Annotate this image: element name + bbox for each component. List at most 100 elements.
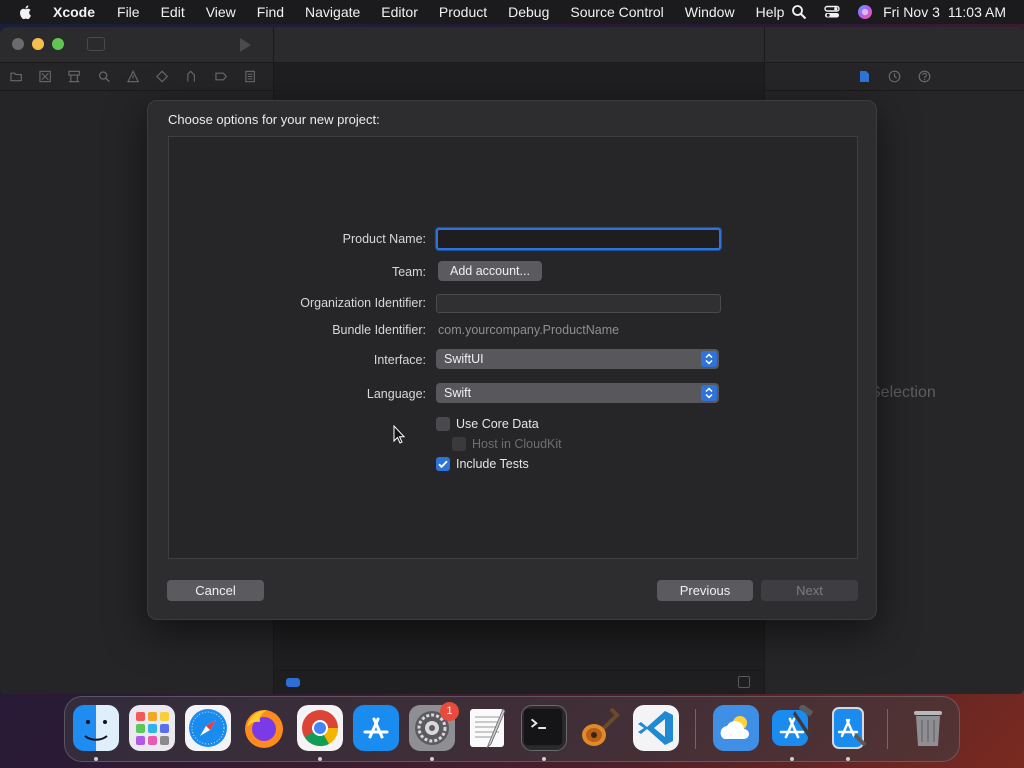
firefox-icon[interactable] <box>241 705 287 751</box>
menu-window[interactable]: Window <box>685 4 735 20</box>
history-inspector-icon[interactable] <box>888 70 901 83</box>
menu-find[interactable]: Find <box>257 4 284 20</box>
window-toolbar <box>0 27 1024 63</box>
apple-menu-icon[interactable] <box>18 4 34 20</box>
vscode-icon[interactable] <box>633 705 679 751</box>
language-label: Language: <box>366 387 426 401</box>
options-panel: Product Name: Team: Add account... Organ… <box>168 136 858 559</box>
running-indicator <box>318 757 322 761</box>
running-indicator <box>94 757 98 761</box>
window-minimize-button[interactable] <box>32 38 44 50</box>
menu-bar: Xcode File Edit View Find Navigate Edito… <box>0 0 1024 24</box>
interface-label: Interface: <box>373 353 426 367</box>
breakpoint-icon[interactable] <box>214 70 227 83</box>
launchpad-icon[interactable] <box>129 705 175 751</box>
include-tests-option[interactable]: Include Tests <box>436 456 529 472</box>
next-button[interactable]: Next <box>761 580 858 601</box>
language-popup[interactable]: Swift <box>436 383 719 403</box>
organization-identifier-label: Organization Identifier: <box>300 296 426 310</box>
interface-value: SwiftUI <box>444 352 484 366</box>
menu-view[interactable]: View <box>206 4 236 20</box>
menu-edit[interactable]: Edit <box>161 4 185 20</box>
settings-notification-badge: 1 <box>440 702 459 721</box>
menu-debug[interactable]: Debug <box>508 4 549 20</box>
dock-separator <box>695 709 696 749</box>
language-value: Swift <box>444 386 472 400</box>
menu-navigate[interactable]: Navigate <box>305 4 360 20</box>
spotlight-search-icon[interactable] <box>791 4 807 20</box>
include-tests-checkbox[interactable] <box>436 457 450 471</box>
running-indicator <box>846 757 850 761</box>
help-inspector-icon[interactable] <box>918 70 931 83</box>
product-name-label: Product Name: <box>342 232 426 246</box>
use-core-data-checkbox[interactable] <box>436 417 450 431</box>
run-icon[interactable] <box>240 38 251 52</box>
sheet-heading: Choose options for your new project: <box>168 112 380 127</box>
source-control-icon[interactable] <box>39 70 52 83</box>
new-project-options-sheet: Choose options for your new project: Pro… <box>147 100 877 620</box>
test-icon[interactable] <box>156 70 169 83</box>
menu-xcode[interactable]: Xcode <box>53 4 95 20</box>
chrome-icon[interactable] <box>297 705 343 751</box>
bundle-identifier-label: Bundle Identifier: <box>332 323 426 337</box>
debug-area-toggle-icon[interactable] <box>286 678 300 687</box>
xcode-icon[interactable] <box>769 705 815 751</box>
textedit-icon[interactable] <box>465 705 511 751</box>
find-icon[interactable] <box>98 70 110 83</box>
checkmark-icon <box>438 460 448 469</box>
symbol-icon[interactable] <box>68 70 81 83</box>
no-selection-label: Selection <box>870 384 936 401</box>
clock-date: Fri Nov 3 <box>883 4 940 20</box>
menu-bar-clock[interactable]: Fri Nov 3 11:03 AM <box>883 4 1006 20</box>
trash-icon[interactable] <box>905 705 951 751</box>
window-close-button[interactable] <box>12 38 24 50</box>
navigator-selector-bar <box>0 63 273 91</box>
folder-icon[interactable] <box>10 70 22 83</box>
debug-bar <box>273 670 764 694</box>
menu-file[interactable]: File <box>117 4 140 20</box>
window-zoom-button[interactable] <box>52 38 64 50</box>
control-center-icon[interactable] <box>824 4 840 20</box>
dock-separator <box>887 709 888 749</box>
garageband-icon[interactable] <box>577 705 623 751</box>
safari-icon[interactable] <box>185 705 231 751</box>
menu-product[interactable]: Product <box>439 4 487 20</box>
previous-button[interactable]: Previous <box>657 580 753 601</box>
bundle-identifier-value: com.yourcompany.ProductName <box>438 323 620 337</box>
running-indicator <box>430 757 434 761</box>
host-in-cloudkit-label: Host in CloudKit <box>472 437 562 451</box>
chevron-up-down-icon <box>701 385 717 401</box>
interface-popup[interactable]: SwiftUI <box>436 349 719 369</box>
finder-icon[interactable] <box>73 705 119 751</box>
sidebar-toggle-icon[interactable] <box>87 37 105 51</box>
running-indicator <box>542 757 546 761</box>
terminal-icon[interactable] <box>521 705 567 751</box>
cancel-button[interactable]: Cancel <box>167 580 264 601</box>
report-icon[interactable] <box>244 70 256 83</box>
add-account-button[interactable]: Add account... <box>438 261 542 281</box>
mouse-pointer-icon <box>393 425 405 444</box>
clock-time: 11:03 AM <box>947 4 1006 20</box>
menu-editor[interactable]: Editor <box>381 4 418 20</box>
include-tests-label: Include Tests <box>456 457 529 471</box>
use-core-data-label: Use Core Data <box>456 417 539 431</box>
running-indicator <box>790 757 794 761</box>
app-store-icon[interactable] <box>353 705 399 751</box>
host-in-cloudkit-checkbox <box>452 437 466 451</box>
menu-source-control[interactable]: Source Control <box>570 4 663 20</box>
dock <box>64 696 960 762</box>
console-toggle-icon[interactable] <box>738 676 750 688</box>
issue-icon[interactable] <box>126 70 140 83</box>
debug-icon[interactable] <box>185 70 197 83</box>
inspector-selector-bar <box>764 63 1024 91</box>
weather-icon[interactable] <box>713 705 759 751</box>
organization-identifier-input[interactable] <box>436 294 721 313</box>
team-label: Team: <box>391 265 426 279</box>
status-area: Fri Nov 3 11:03 AM <box>774 0 1006 24</box>
product-name-input[interactable] <box>436 228 721 250</box>
use-core-data-option[interactable]: Use Core Data <box>436 416 539 432</box>
file-inspector-icon[interactable] <box>858 70 871 83</box>
simulator-icon[interactable] <box>825 705 871 751</box>
siri-icon[interactable] <box>857 4 873 20</box>
chevron-up-down-icon <box>701 351 717 367</box>
